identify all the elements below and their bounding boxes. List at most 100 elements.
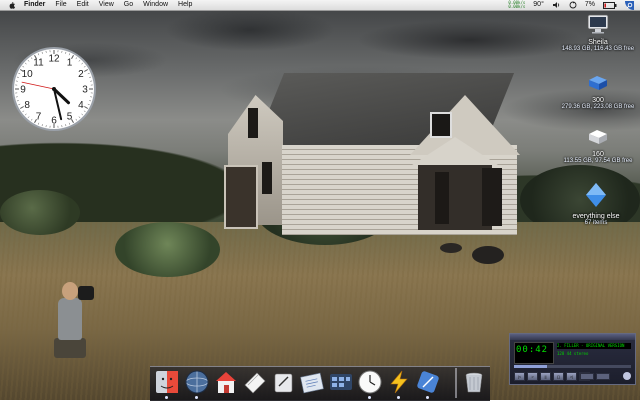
bush-center [115,222,220,277]
dock-writer[interactable] [271,369,297,395]
running-indicator [368,396,371,399]
running-indicator [165,396,168,399]
repeat-toggle[interactable] [596,373,610,380]
network-monitor[interactable]: 0.00k/s 0.00k/s [508,1,525,9]
mail-icon [242,369,268,395]
menu-file[interactable]: File [55,0,66,10]
clock-numeral: 8 [24,100,30,111]
sync-icon[interactable] [569,1,577,9]
play-button[interactable]: > [527,372,538,381]
tire [440,243,462,253]
clock-icon [357,369,383,395]
house-window [430,112,452,138]
elapsed-time: 00:42 [516,345,548,355]
winamp-player[interactable]: 00:42 2. FILLER - ORIGINAL VERSION 128 4… [509,333,636,385]
dock-notepad[interactable] [299,369,325,395]
clock-numeral: 12 [48,54,60,65]
track-title: 2. FILLER - ORIGINAL VERSION [557,343,631,349]
folder-info: 67 items [556,220,636,227]
drive-sheila[interactable]: Sheila 148.93 GB, 116.43 GB free [558,14,638,53]
kbps-value: 128 [557,351,564,356]
shuffle-toggle[interactable] [580,373,594,380]
pause-button[interactable]: || [540,372,551,381]
folder-everything-else[interactable]: everything else 67 items [556,182,636,227]
menu-edit[interactable]: Edit [77,0,89,10]
finder-icon [154,369,180,395]
winamp-logo-icon[interactable] [623,372,631,380]
clock-numeral: 9 [20,85,26,96]
menu-help[interactable]: Help [178,0,192,10]
temperature-readout[interactable]: 90° [533,0,544,10]
previous-button[interactable]: |< [514,372,525,381]
dock-dashboard[interactable] [328,369,354,395]
dock-lightning[interactable] [386,369,412,395]
running-indicator [397,396,400,399]
menu-view[interactable]: View [99,0,114,10]
tire [472,246,504,264]
pencil-blue-icon [415,369,441,395]
clock-numeral: 11 [33,58,44,69]
volume-icon[interactable] [552,1,561,9]
next-button[interactable]: >| [566,372,577,381]
clock-numeral: 3 [82,85,88,96]
monitor-drive-icon [587,14,609,34]
player-titlebar[interactable] [510,334,635,340]
dock-separator [455,368,457,398]
battery-icon[interactable] [603,2,617,9]
menu-bar: Finder File Edit View Go Window Help 0.0… [0,0,640,11]
running-indicator [426,396,429,399]
dock-clock[interactable] [357,369,383,395]
white-drive-icon [587,128,609,146]
dock-trash[interactable] [461,369,487,395]
running-indicator [195,396,198,399]
drive-160[interactable]: 160 113.55 GB, 97.54 GB free [558,128,638,165]
menu-finder[interactable]: Finder [24,0,45,10]
side-door [224,165,258,229]
download-rate: 0.00k/s [508,5,525,9]
drive-info: 148.93 GB, 116.43 GB free [558,46,638,53]
clock-numeral: 1 [67,58,73,69]
blue-drive-icon [587,74,609,92]
notepad-icon [299,369,325,395]
battery-percent[interactable]: 7% [585,0,595,10]
drive-name: 300 [558,97,638,104]
drive-name: 160 [558,151,638,158]
blue-diamond-folder-icon [585,182,607,208]
dashboard-icon [328,369,354,395]
lightning-icon [386,369,412,395]
folder-name: everything else [556,213,636,220]
stop-button[interactable]: [] [553,372,564,381]
camera [78,286,94,300]
house-window [482,168,502,226]
house-door [435,172,449,224]
dock-pencil[interactable] [415,369,441,395]
clock-pivot [52,87,56,91]
khz-value: 44 [567,351,572,356]
dock-home[interactable] [213,369,239,395]
transport-controls: |< > || [] >| ^ [514,372,590,381]
bitrate-info: 128 44 stereo [557,351,631,362]
drive-info: 113.55 GB, 97.54 GB free [558,158,638,165]
child-head [62,282,78,300]
drive-300[interactable]: 300 279.36 GB, 223.08 GB free [558,74,638,111]
house-window [248,108,258,138]
spotlight-icon[interactable] [625,1,634,10]
porch [418,165,492,230]
dock-finder[interactable] [154,369,180,395]
clock-numeral: 7 [36,111,42,122]
menu-window[interactable]: Window [143,0,168,10]
child-body [58,298,82,340]
globe-icon [184,369,210,395]
dock-mail[interactable] [242,369,268,395]
apple-icon[interactable] [8,1,16,9]
pen-paper-icon [271,369,297,395]
house-window [262,162,272,194]
child-legs [54,338,86,358]
clock-numeral: 4 [78,100,84,111]
seek-progress [514,365,547,368]
seek-bar[interactable] [514,365,631,368]
dock-globe[interactable] [184,369,210,395]
player-options [580,373,610,380]
clock-widget[interactable]: 121234567891011 [10,45,98,133]
menu-go[interactable]: Go [124,0,133,10]
